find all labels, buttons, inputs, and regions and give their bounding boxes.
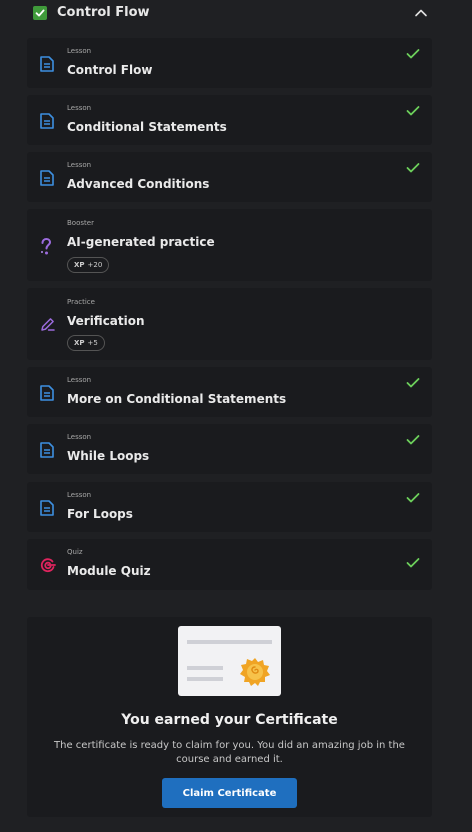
item-kind: Lesson <box>67 104 92 112</box>
checkmark-icon <box>406 558 420 568</box>
checkmark-icon <box>406 49 420 59</box>
certificate-line <box>187 640 272 644</box>
list-item[interactable]: Booster AI-generated practice XP +20 <box>27 209 432 281</box>
claim-certificate-button[interactable]: Claim Certificate <box>162 778 297 808</box>
certificate-card: You earned your Certificate The certific… <box>27 617 432 817</box>
xp-badge: XP +5 <box>67 335 105 351</box>
certificate-text: The certificate is ready to claim for yo… <box>54 740 405 765</box>
item-title: Verification <box>67 314 145 328</box>
certificate-illustration <box>178 626 281 696</box>
module-title: Control Flow <box>57 5 150 20</box>
list-item[interactable]: Practice Verification XP +5 <box>27 288 432 360</box>
item-title: More on Conditional Statements <box>67 392 287 406</box>
list-item[interactable]: Lesson Conditional Statements <box>27 95 432 145</box>
list-item[interactable]: Lesson More on Conditional Statements <box>27 367 432 417</box>
lesson-icon <box>40 442 54 458</box>
checkmark-icon <box>406 493 420 503</box>
checkmark-icon <box>406 106 420 116</box>
lesson-icon <box>40 113 54 129</box>
certificate-line <box>187 666 223 670</box>
target-icon <box>40 558 56 573</box>
module-header[interactable]: Control Flow <box>0 0 472 30</box>
checkmark-icon <box>35 9 45 17</box>
item-title: Advanced Conditions <box>67 177 210 191</box>
checkmark-icon <box>406 163 420 173</box>
item-kind: Lesson <box>67 47 92 55</box>
list-item[interactable]: Lesson For Loops <box>27 482 432 532</box>
lesson-icon <box>40 385 54 401</box>
xp-badge: XP +20 <box>67 257 110 273</box>
module-complete-checkbox <box>33 6 47 20</box>
lesson-icon <box>40 170 54 186</box>
item-kind: Lesson <box>67 491 92 499</box>
item-kind: Lesson <box>67 376 92 384</box>
item-title: While Loops <box>67 449 150 463</box>
certificate-title: You earned your Certificate <box>121 712 338 728</box>
xp-value: +5 <box>87 339 98 347</box>
list-item[interactable]: Quiz Module Quiz <box>27 539 432 590</box>
item-kind: Lesson <box>67 433 92 441</box>
item-kind: Quiz <box>67 548 83 556</box>
xp-label: XP <box>74 261 85 269</box>
lesson-icon <box>40 500 54 516</box>
lesson-icon <box>40 56 54 72</box>
item-title: Control Flow <box>67 63 153 77</box>
xp-label: XP <box>74 339 85 347</box>
question-mark-icon <box>41 238 52 255</box>
list-item[interactable]: Lesson While Loops <box>27 424 432 474</box>
list-item[interactable]: Lesson Control Flow <box>27 38 432 88</box>
item-title: Module Quiz <box>67 564 151 578</box>
list-item[interactable]: Lesson Advanced Conditions <box>27 152 432 202</box>
item-kind: Practice <box>67 298 95 306</box>
item-kind: Lesson <box>67 161 92 169</box>
item-kind: Booster <box>67 219 94 227</box>
checkmark-icon <box>406 378 420 388</box>
seal-icon <box>240 658 270 686</box>
pencil-icon <box>41 318 55 331</box>
item-title: Conditional Statements <box>67 120 227 134</box>
certificate-line <box>187 677 223 681</box>
chevron-up-icon[interactable] <box>414 8 428 18</box>
item-title: AI-generated practice <box>67 235 215 249</box>
item-title: For Loops <box>67 507 133 521</box>
xp-value: +20 <box>87 261 103 269</box>
checkmark-icon <box>406 435 420 445</box>
